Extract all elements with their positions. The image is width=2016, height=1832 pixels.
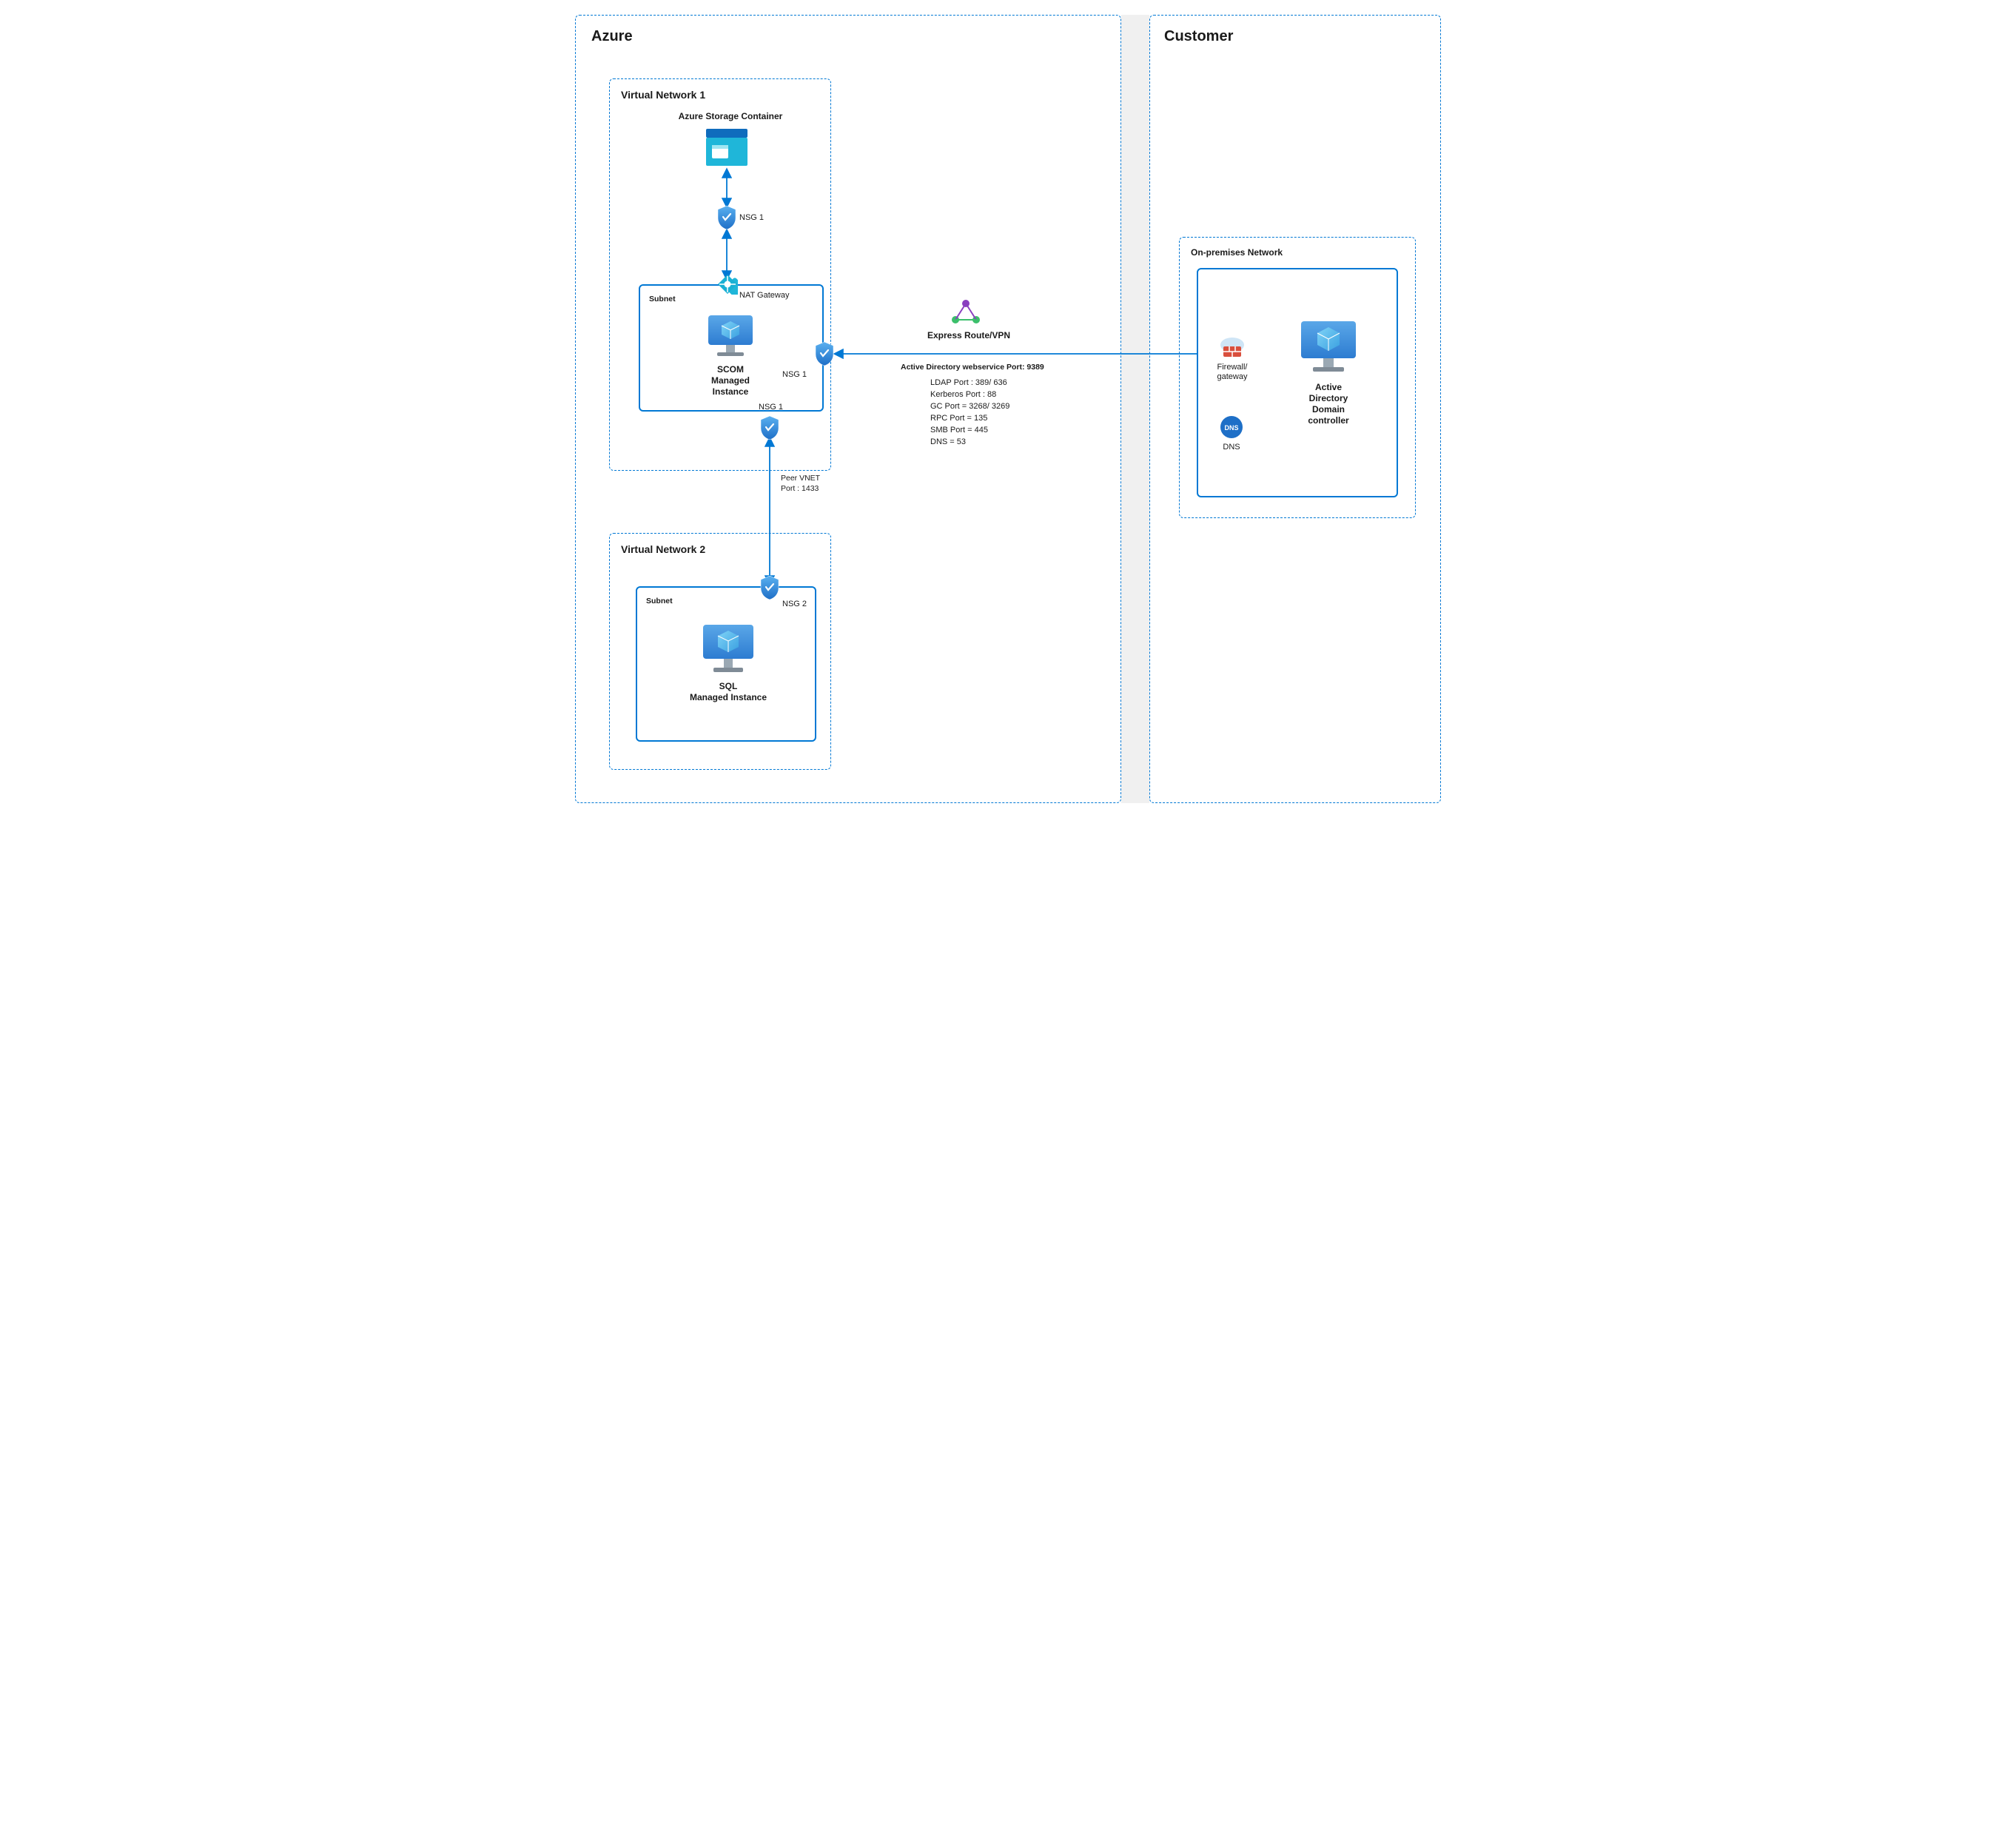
port-5: DNS = 53 — [930, 437, 1009, 449]
sql-label2: Managed Instance — [690, 692, 767, 703]
customer-title: Customer — [1164, 28, 1233, 45]
vnet2-title: Virtual Network 2 — [621, 543, 705, 555]
peer-label1: Peer VNET — [781, 474, 820, 483]
nsg1-bottom-shield — [759, 415, 781, 441]
scom-mi-icon: SCOM Managed Instance — [693, 312, 767, 397]
nsg2-shield — [759, 574, 781, 601]
azure-title: Azure — [591, 28, 633, 45]
express-route-label: Express Route/VPN — [924, 330, 1013, 340]
divider-strip — [1121, 15, 1149, 803]
storage-container-icon — [705, 127, 749, 167]
port-3: RPC Port = 135 — [930, 413, 1009, 425]
nsg1-top-label: NSG 1 — [739, 213, 764, 222]
ad-l3: Domain — [1312, 404, 1345, 415]
ad-dc-icon: Active Directory Domain controller — [1284, 318, 1373, 426]
port-0: LDAP Port : 389/ 636 — [930, 378, 1009, 389]
nat-gateway-icon — [717, 274, 738, 295]
nsg1-top-shield — [716, 204, 738, 231]
nsg1-right-label: NSG 1 — [782, 370, 807, 379]
port-4: SMB Port = 445 — [930, 425, 1009, 437]
port-2: GC Port = 3268/ 3269 — [930, 401, 1009, 413]
svg-text:DNS: DNS — [1224, 424, 1238, 432]
vnet1-title: Virtual Network 1 — [621, 89, 705, 101]
vnet1-subnet-label: Subnet — [649, 295, 676, 303]
diagram-canvas: Azure Customer Virtual Network 1 Azure S… — [575, 15, 1441, 803]
dns-icon: DNS DNS — [1213, 415, 1250, 452]
ad-l4: controller — [1308, 415, 1348, 426]
scom-label2: Managed Instance — [693, 375, 767, 397]
storage-label: Azure Storage Container — [664, 111, 797, 121]
dns-label: DNS — [1223, 443, 1240, 452]
firewall-icon: Firewall/ gateway — [1210, 336, 1254, 382]
nsg1-bottom-label: NSG 1 — [759, 403, 783, 412]
firewall-label: Firewall/ gateway — [1217, 363, 1248, 382]
express-route-icon — [951, 299, 981, 326]
ad-ws-label: Active Directory webservice Port: 9389 — [901, 363, 1044, 372]
nat-gateway-label: NAT Gateway — [739, 291, 789, 300]
sql-label1: SQL — [719, 681, 738, 692]
scom-label1: SCOM — [717, 364, 744, 375]
ad-l1: Active — [1315, 382, 1342, 393]
onprem-title: On-premises Network — [1191, 247, 1283, 258]
nsg2-label: NSG 2 — [782, 600, 807, 608]
ad-l2: Directory — [1309, 393, 1348, 404]
nsg1-right-shield — [813, 340, 836, 367]
peer-label2: Port : 1433 — [781, 484, 819, 493]
vnet2-subnet-label: Subnet — [646, 597, 673, 605]
port-1: Kerberos Port : 88 — [930, 389, 1009, 401]
ports-list: LDAP Port : 389/ 636 Kerberos Port : 88 … — [930, 378, 1009, 449]
sql-mi-icon: SQL Managed Instance — [688, 622, 769, 703]
